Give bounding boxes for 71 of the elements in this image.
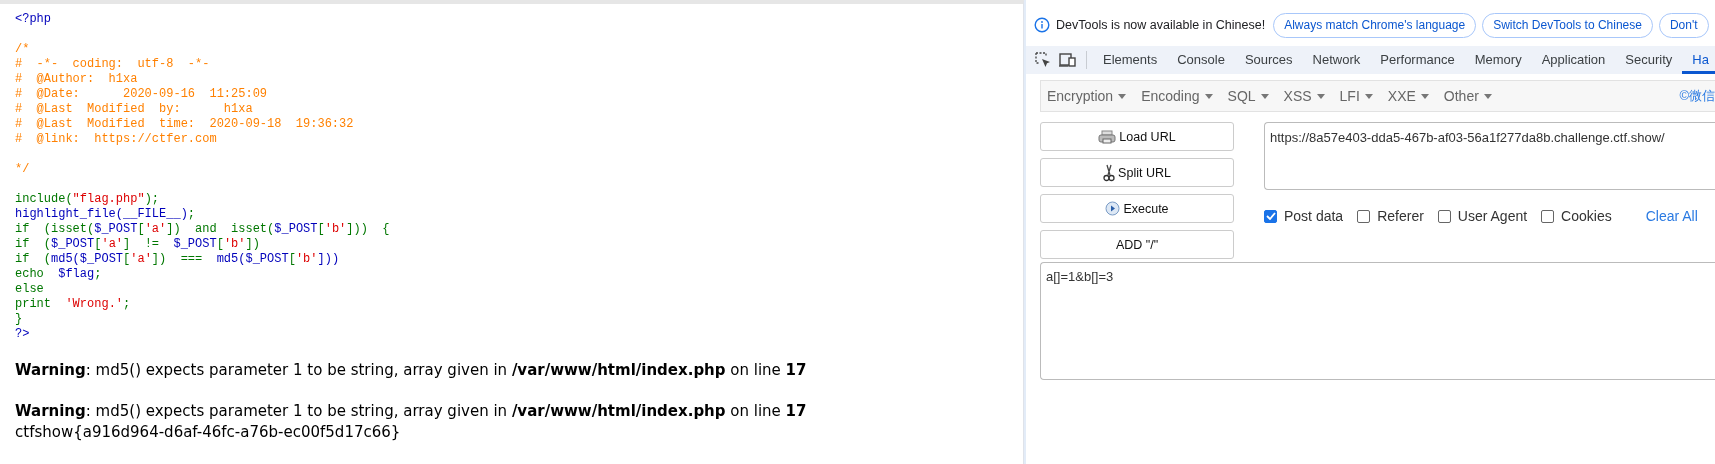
devtools-tab[interactable]: Performance bbox=[1370, 46, 1465, 74]
code-line: # @Last Modified by: h1xa bbox=[15, 102, 253, 117]
caret-icon bbox=[1118, 93, 1127, 99]
checkbox[interactable] bbox=[1357, 209, 1371, 223]
inspect-icon[interactable] bbox=[1034, 51, 1052, 69]
post-data-field[interactable]: a[]=1&b[]=3 bbox=[1040, 262, 1715, 380]
caret-icon bbox=[1364, 93, 1373, 99]
output-text: Warning: md5() expects parameter 1 to be string, array given in /var/www/html/index.php on line 17 bbox=[15, 401, 807, 422]
play-icon bbox=[1105, 201, 1121, 216]
scissors-icon bbox=[1103, 163, 1116, 182]
menu-item[interactable]: LFI bbox=[1337, 88, 1382, 104]
code-line: # @Date: 2020-09-16 11:25:09 bbox=[15, 87, 268, 102]
checkbox[interactable] bbox=[1437, 209, 1451, 223]
device-icon[interactable] bbox=[1058, 51, 1078, 69]
code-line: # @Author: h1xa bbox=[15, 72, 138, 87]
output-text: ctfshow{a916d964-d6af-46fc-a76b-ec00f5d17c66} bbox=[15, 422, 401, 443]
caret-icon bbox=[1420, 93, 1429, 99]
checkbox-label[interactable]: Cookies bbox=[1561, 208, 1612, 224]
url-field[interactable]: https://8a57e403-dda5-467b-af03-56a1f277da8b.challenge.ctf.show/ bbox=[1264, 122, 1715, 190]
code-line: if ($_POST['a'] != $_POST['b']) bbox=[15, 237, 260, 252]
caret-icon bbox=[1316, 93, 1325, 99]
info-icon bbox=[1034, 17, 1050, 33]
code-line: <?php bbox=[15, 12, 51, 27]
info-message: DevTools is now available in Chinese! bbox=[1056, 18, 1266, 32]
printer-icon bbox=[1098, 129, 1117, 144]
infobar-button[interactable]: Switch DevTools to Chinese bbox=[1482, 12, 1653, 38]
menu-item[interactable]: Encryption bbox=[1045, 88, 1136, 104]
code-line: include("flag.php"); bbox=[15, 192, 160, 207]
devtools-tab[interactable]: Memory bbox=[1464, 46, 1532, 74]
code-line: /* bbox=[15, 42, 30, 57]
code-line: echo $flag; bbox=[15, 267, 102, 282]
clear-all-link[interactable]: Clear All bbox=[1645, 208, 1698, 224]
checkbox-label[interactable]: Referer bbox=[1377, 208, 1424, 224]
code-line: # @link: https://ctfer.com bbox=[15, 132, 217, 147]
infobar-button[interactable]: Don't bbox=[1658, 12, 1709, 38]
devtools-tab[interactable]: Elements bbox=[1093, 46, 1168, 74]
code-line: if (isset($_POST['a']) and isset($_POST['b'])) { bbox=[15, 222, 390, 237]
hackbar-button[interactable]: ADD "/" bbox=[1040, 230, 1234, 259]
menu-item[interactable]: Other bbox=[1441, 88, 1501, 104]
devtools-tab[interactable]: Ha bbox=[1682, 46, 1715, 74]
menu-item[interactable]: SQL bbox=[1225, 88, 1278, 104]
output-text: Warning: md5() expects parameter 1 to be string, array given in /var/www/html/index.php on line 17 bbox=[15, 360, 807, 381]
menu-item[interactable]: XXE bbox=[1385, 88, 1438, 104]
checkbox[interactable] bbox=[1541, 209, 1555, 223]
code-line: if (md5($_POST['a']) === md5($_POST['b'])) bbox=[15, 252, 340, 267]
checkbox[interactable] bbox=[1264, 209, 1277, 223]
code-line: # @Last Modified time: 2020-09-18 19:36:32 bbox=[15, 117, 354, 132]
credit-link[interactable]: ©微信 bbox=[1679, 87, 1715, 105]
devtools-tab[interactable]: Console bbox=[1167, 46, 1235, 74]
code-line: else bbox=[15, 282, 44, 297]
devtools-tab[interactable]: Sources bbox=[1234, 46, 1303, 74]
devtools-tab[interactable]: Application bbox=[1531, 46, 1616, 74]
checkbox-label[interactable]: Post data bbox=[1284, 208, 1344, 224]
hackbar-button[interactable]: Execute bbox=[1040, 194, 1234, 223]
devtools-tab[interactable]: Security bbox=[1615, 46, 1683, 74]
menu-item[interactable]: XSS bbox=[1281, 88, 1334, 104]
code-line: */ bbox=[15, 162, 30, 177]
caret-icon bbox=[1483, 93, 1492, 99]
code-line: ?> bbox=[15, 327, 30, 342]
code-line: print 'Wrong.'; bbox=[15, 297, 131, 312]
infobar-button[interactable]: Always match Chrome's language bbox=[1273, 12, 1477, 38]
hackbar-button[interactable]: Load URL bbox=[1040, 122, 1234, 151]
code-line: # -*- coding: utf-8 -*- bbox=[15, 57, 210, 72]
checkbox-label[interactable]: User Agent bbox=[1457, 208, 1528, 224]
hackbar-button[interactable]: Split URL bbox=[1040, 158, 1234, 187]
caret-icon bbox=[1204, 93, 1213, 99]
menu-item[interactable]: Encoding bbox=[1139, 88, 1222, 104]
code-line: highlight_file(__FILE__); bbox=[15, 207, 196, 222]
caret-icon bbox=[1260, 93, 1269, 99]
devtools-tab[interactable]: Network bbox=[1302, 46, 1371, 74]
code-line: } bbox=[15, 312, 23, 327]
